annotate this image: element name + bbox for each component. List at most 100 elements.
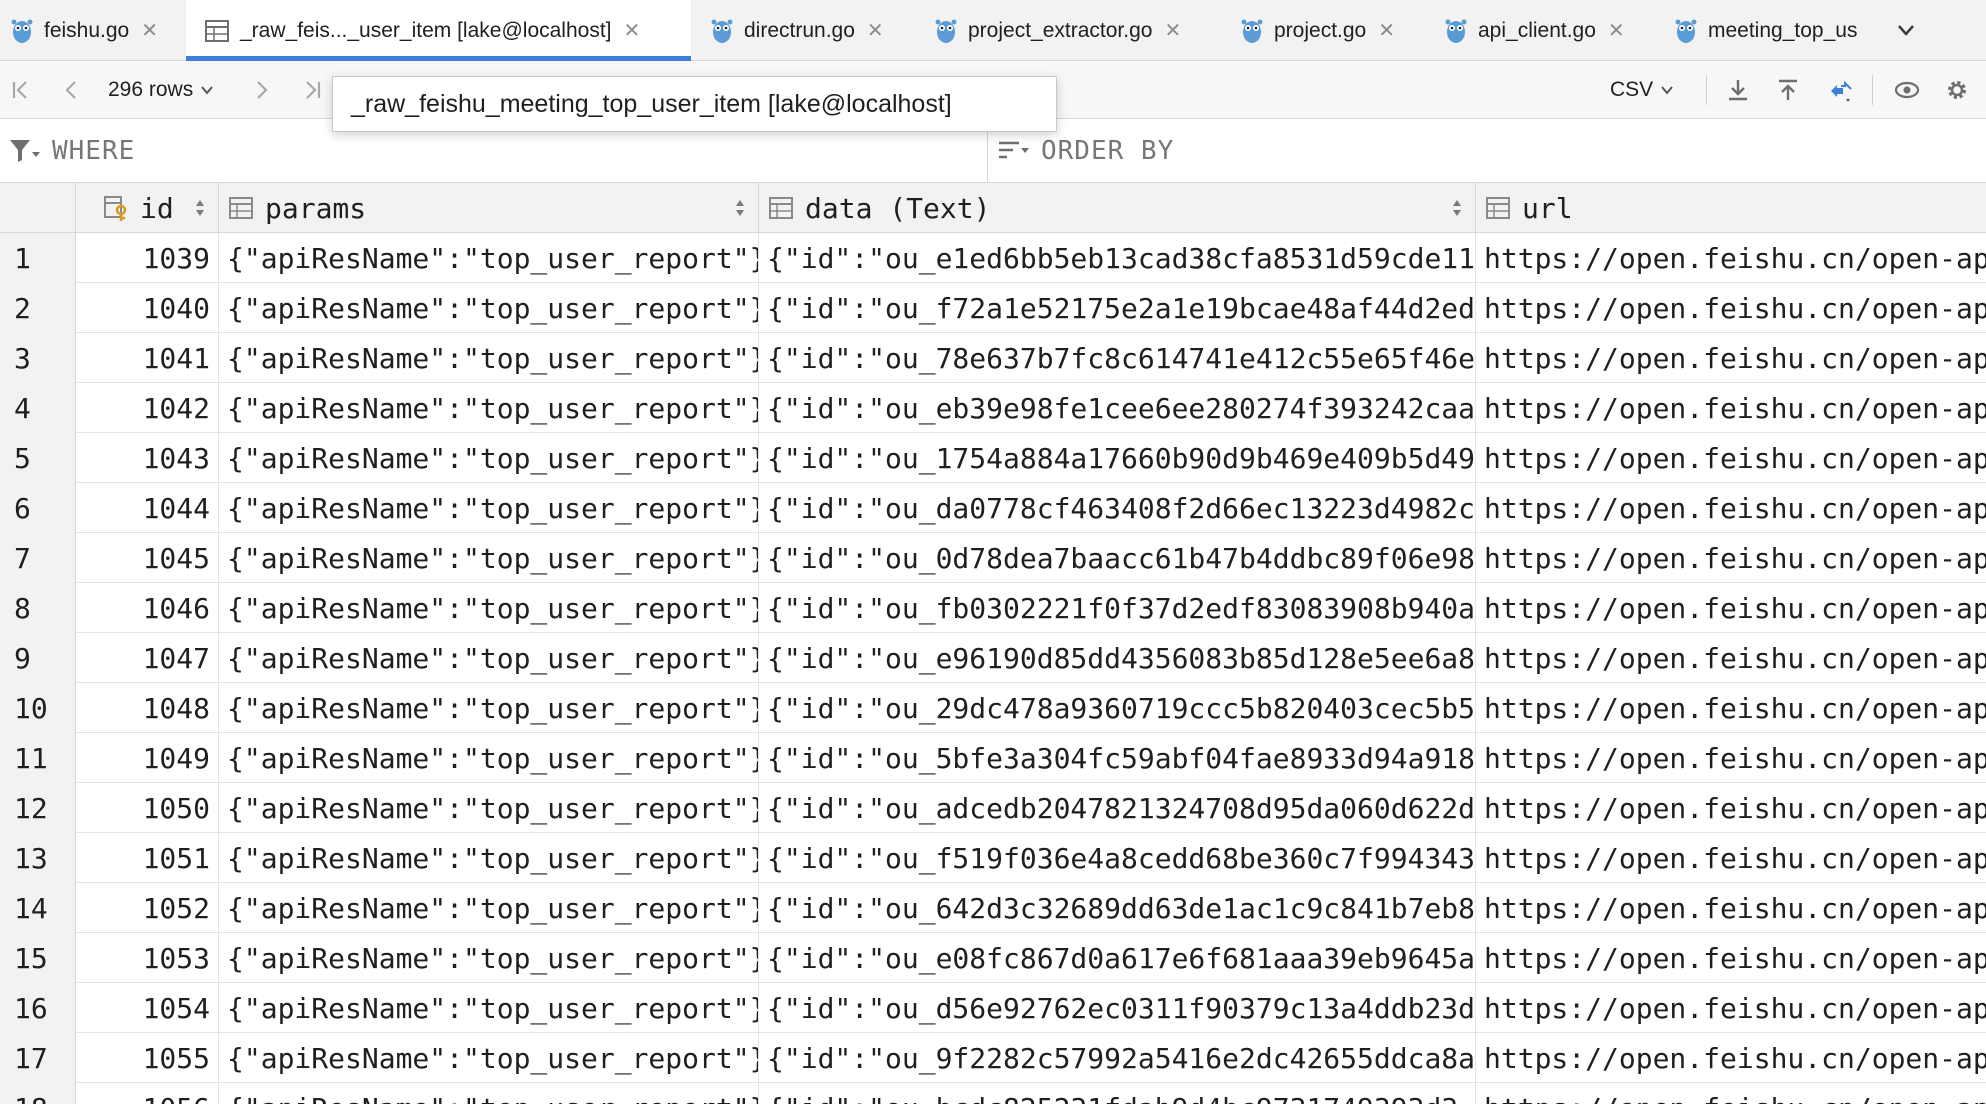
compare-icon[interactable] <box>1822 70 1860 110</box>
cell-id[interactable]: 1056 <box>76 1083 219 1104</box>
cell-id[interactable]: 1040 <box>76 283 219 333</box>
cell-url[interactable]: https://open.feishu.cn/open-ap <box>1476 283 1986 333</box>
cell-data[interactable]: {"id":"ou_642d3c32689dd63de1ac1c9c841b7e… <box>759 883 1476 933</box>
cell-url[interactable]: https://open.feishu.cn/open-ap <box>1476 833 1986 883</box>
cell-url[interactable]: https://open.feishu.cn/open-ap <box>1476 383 1986 433</box>
cell-id[interactable]: 1049 <box>76 733 219 783</box>
cell-url[interactable]: https://open.feishu.cn/open-ap <box>1476 983 1986 1033</box>
cell-data[interactable]: {"id":"ou_adcedb2047821324708d95da060d62… <box>759 783 1476 833</box>
download-icon[interactable] <box>1719 70 1757 110</box>
cell-params[interactable]: {"apiResName":"top_user_report"} <box>219 283 759 333</box>
cell-id[interactable]: 1041 <box>76 333 219 383</box>
table-row[interactable]: 10 1048 {"apiResName":"top_user_report"}… <box>0 683 1986 733</box>
table-row[interactable]: 12 1050 {"apiResName":"top_user_report"}… <box>0 783 1986 833</box>
cell-data[interactable]: {"id":"ou_f72a1e52175e2a1e19bcae48af44d2… <box>759 283 1476 333</box>
tab-meeting-top-user[interactable]: meeting_top_us <box>1664 0 1884 61</box>
cell-url[interactable]: https://open.feishu.cn/open-ap <box>1476 933 1986 983</box>
cell-data[interactable]: {"id":"ou_e08fc867d0a617e6f681aaa39eb964… <box>759 933 1476 983</box>
cell-url[interactable]: https://open.feishu.cn/open-ap <box>1476 1033 1986 1083</box>
cell-data[interactable]: {"id":"ou_e96190d85dd4356083b85d128e5ee6… <box>759 633 1476 683</box>
cell-data[interactable]: {"id":"ou_0d78dea7baacc61b47b4ddbc89f06e… <box>759 533 1476 583</box>
view-eye-icon[interactable] <box>1888 70 1926 110</box>
cell-id[interactable]: 1053 <box>76 933 219 983</box>
cell-url[interactable]: https://open.feishu.cn/open-ap <box>1476 583 1986 633</box>
cell-data[interactable]: {"id":"ou_78e637b7fc8c614741e412c55e65f4… <box>759 333 1476 383</box>
cell-id[interactable]: 1046 <box>76 583 219 633</box>
cell-id[interactable]: 1052 <box>76 883 219 933</box>
cell-data[interactable]: {"id":"ou_eb39e98fe1cee6ee280274f393242c… <box>759 383 1476 433</box>
cell-params[interactable]: {"apiResName":"top_user_report"} <box>219 433 759 483</box>
cell-data[interactable]: {"id":"ou_5bfe3a304fc59abf04fae8933d94a9… <box>759 733 1476 783</box>
cell-url[interactable]: https://open.feishu.cn/open-ap <box>1476 733 1986 783</box>
table-row[interactable]: 14 1052 {"apiResName":"top_user_report"}… <box>0 883 1986 933</box>
cell-params[interactable]: {"apiResName":"top_user_report"} <box>219 833 759 883</box>
cell-url[interactable]: https://open.feishu.cn/open-ap <box>1476 233 1986 283</box>
sort-arrows-icon[interactable] <box>194 198 206 218</box>
table-row[interactable]: 3 1041 {"apiResName":"top_user_report"} … <box>0 333 1986 383</box>
settings-gear-icon[interactable] <box>1938 70 1976 110</box>
table-row[interactable]: 17 1055 {"apiResName":"top_user_report"}… <box>0 1033 1986 1083</box>
cell-params[interactable]: {"apiResName":"top_user_report"} <box>219 983 759 1033</box>
sort-arrows-icon[interactable] <box>734 198 746 218</box>
table-row[interactable]: 8 1046 {"apiResName":"top_user_report"} … <box>0 583 1986 633</box>
column-header-id[interactable]: id <box>76 183 219 233</box>
cell-id[interactable]: 1043 <box>76 433 219 483</box>
table-row[interactable]: 1 1039 {"apiResName":"top_user_report"} … <box>0 233 1986 283</box>
close-tab-icon[interactable]: ✕ <box>624 18 641 43</box>
cell-url[interactable]: https://open.feishu.cn/open-ap <box>1476 883 1986 933</box>
table-row[interactable]: 11 1049 {"apiResName":"top_user_report"}… <box>0 733 1986 783</box>
cell-id[interactable]: 1045 <box>76 533 219 583</box>
cell-id[interactable]: 1050 <box>76 783 219 833</box>
cell-data[interactable]: {"id":"ou_d56e92762ec0311f90379c13a4ddb2… <box>759 983 1476 1033</box>
tab-directrun-go[interactable]: directrun.go ✕ <box>700 0 912 61</box>
cell-data[interactable]: {"id":"ou_9f2282c57992a5416e2dc42655ddca… <box>759 1033 1476 1083</box>
tab-api-client-go[interactable]: api_client.go ✕ <box>1434 0 1644 61</box>
cell-params[interactable]: {"apiResName":"top_user_report"} <box>219 633 759 683</box>
cell-params[interactable]: {"apiResName":"top_user_report"} <box>219 483 759 533</box>
cell-id[interactable]: 1055 <box>76 1033 219 1083</box>
cell-params[interactable]: {"apiResName":"top_user_report"} <box>219 583 759 633</box>
cell-url[interactable]: https://open.feishu.cn/open-ap <box>1476 483 1986 533</box>
column-header-url[interactable]: url <box>1476 183 1986 233</box>
cell-params[interactable]: {"apiResName":"top_user_report"} <box>219 1033 759 1083</box>
cell-data[interactable]: {"id":"ou_29dc478a9360719ccc5b820403cec5… <box>759 683 1476 733</box>
cell-id[interactable]: 1047 <box>76 633 219 683</box>
close-tab-icon[interactable]: ✕ <box>141 18 158 43</box>
sort-arrows-icon[interactable] <box>1451 198 1463 218</box>
cell-data[interactable]: {"id":"ou_e1ed6bb5eb13cad38cfa8531d59cde… <box>759 233 1476 283</box>
cell-id[interactable]: 1039 <box>76 233 219 283</box>
cell-id[interactable]: 1048 <box>76 683 219 733</box>
cell-url[interactable]: https://open.feishu.cn/open-ap <box>1476 433 1986 483</box>
cell-url[interactable]: https://open.feishu.cn/open-ap <box>1476 333 1986 383</box>
cell-url[interactable]: https://open.feishu.cn/open-ap <box>1476 533 1986 583</box>
cell-url[interactable]: https://open.feishu.cn/open-ap <box>1476 1083 1986 1104</box>
cell-url[interactable]: https://open.feishu.cn/open-ap <box>1476 633 1986 683</box>
cell-params[interactable]: {"apiResName":"top_user_report"} <box>219 1083 759 1104</box>
cell-id[interactable]: 1051 <box>76 833 219 883</box>
tabs-overflow-chevron-down-icon[interactable] <box>1888 12 1924 48</box>
cell-data[interactable]: {"id":"ou_bcdc825231fdab9d4bc9731749393d… <box>759 1083 1476 1104</box>
column-header-params[interactable]: params <box>219 183 759 233</box>
cell-params[interactable]: {"apiResName":"top_user_report"} <box>219 383 759 433</box>
cell-url[interactable]: https://open.feishu.cn/open-ap <box>1476 683 1986 733</box>
table-row[interactable]: 7 1045 {"apiResName":"top_user_report"} … <box>0 533 1986 583</box>
cell-params[interactable]: {"apiResName":"top_user_report"} <box>219 733 759 783</box>
table-row[interactable]: 9 1047 {"apiResName":"top_user_report"} … <box>0 633 1986 683</box>
tab-feishu-go[interactable]: feishu.go ✕ <box>0 0 184 61</box>
cell-params[interactable]: {"apiResName":"top_user_report"} <box>219 233 759 283</box>
cell-url[interactable]: https://open.feishu.cn/open-ap <box>1476 783 1986 833</box>
tab-project-go[interactable]: project.go ✕ <box>1230 0 1420 61</box>
cell-data[interactable]: {"id":"ou_1754a884a17660b90d9b469e409b5d… <box>759 433 1476 483</box>
cell-id[interactable]: 1054 <box>76 983 219 1033</box>
upload-icon[interactable] <box>1769 70 1807 110</box>
cell-params[interactable]: {"apiResName":"top_user_report"} <box>219 333 759 383</box>
cell-data[interactable]: {"id":"ou_fb0302221f0f37d2edf83083908b94… <box>759 583 1476 633</box>
cell-params[interactable]: {"apiResName":"top_user_report"} <box>219 783 759 833</box>
previous-page-icon[interactable] <box>52 70 90 110</box>
table-row[interactable]: 4 1042 {"apiResName":"top_user_report"} … <box>0 383 1986 433</box>
close-tab-icon[interactable]: ✕ <box>1608 18 1625 43</box>
cell-params[interactable]: {"apiResName":"top_user_report"} <box>219 933 759 983</box>
cell-id[interactable]: 1042 <box>76 383 219 433</box>
table-row[interactable]: 6 1044 {"apiResName":"top_user_report"} … <box>0 483 1986 533</box>
cell-params[interactable]: {"apiResName":"top_user_report"} <box>219 883 759 933</box>
